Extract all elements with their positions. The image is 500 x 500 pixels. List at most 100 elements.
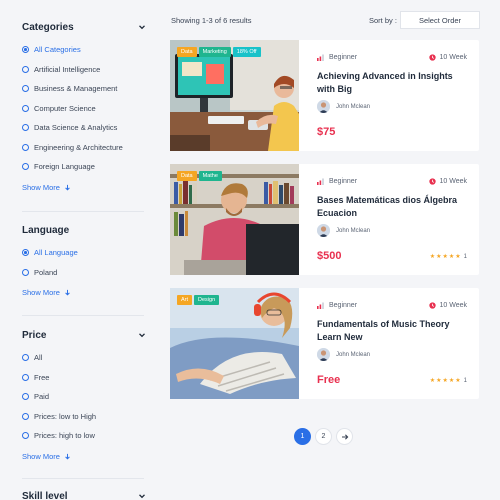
signal-bars-icon (317, 302, 324, 309)
category-option-data-science[interactable]: Data Science & Analytics (22, 118, 146, 138)
star-icon: ★ (429, 378, 436, 384)
pagination: 1 2 (294, 428, 353, 445)
price-option-low-high[interactable]: Prices: low to High (22, 407, 146, 427)
tag-design[interactable]: Design (194, 295, 220, 305)
course-tags: Data Mathe (177, 171, 222, 181)
skill-header[interactable]: Skill level (22, 489, 146, 500)
radio-button[interactable] (22, 373, 29, 381)
course-card[interactable]: Art Design Beginner 10 Week Fundamentals… (170, 288, 479, 399)
course-card[interactable]: Data Marketing 18% Off Beginner 10 Week … (170, 40, 479, 151)
chevron-down-icon[interactable] (138, 23, 146, 31)
course-card[interactable]: Data Mathe Beginner 10 Week Bases Matemá… (170, 164, 479, 275)
price-show-more[interactable]: Show More (22, 452, 146, 461)
price-option-high-low[interactable]: Prices: high to low (22, 426, 146, 446)
tag-discount: 18% Off (232, 47, 261, 57)
rating-count: 1 (463, 254, 467, 260)
category-option-all[interactable]: All Categories (22, 40, 146, 60)
avatar-image (317, 348, 330, 361)
avatar (317, 224, 330, 237)
course-thumbnail[interactable]: Data Marketing 18% Off (170, 40, 299, 151)
clock-icon (428, 54, 436, 61)
signal-bars-icon (317, 178, 324, 185)
course-body: Beginner 10 Week Bases Matemáticas dios … (309, 164, 469, 275)
page-button-1[interactable]: 1 (294, 428, 311, 445)
tag-marketing[interactable]: Marketing (198, 47, 231, 57)
radio-button[interactable] (22, 143, 29, 151)
chevron-down-icon[interactable] (138, 492, 146, 500)
course-duration: 10 Week (428, 302, 467, 309)
category-option-language[interactable]: Foreign Language (22, 157, 146, 177)
course-level: Beginner (317, 178, 357, 185)
course-author[interactable]: John Mclean (317, 224, 370, 237)
radio-button[interactable] (22, 412, 29, 420)
radio-button[interactable] (22, 393, 29, 401)
skill-title: Skill level (22, 490, 68, 500)
course-rating: ★ ★ ★ ★ ★ 1 (430, 378, 467, 384)
star-icon: ★ (429, 254, 436, 260)
course-price: Free (317, 374, 341, 386)
star-icon: ★ (455, 378, 461, 384)
price-option-paid[interactable]: Paid (22, 387, 146, 407)
categories-filter: Categories All Categories Artificial Int… (22, 20, 146, 192)
avatar-image (317, 100, 330, 113)
tag-data[interactable]: Data (177, 171, 197, 181)
star-icon: ★ (436, 254, 442, 260)
course-author[interactable]: John Mclean (317, 348, 370, 361)
category-option-engineering[interactable]: Engineering & Architecture (22, 138, 146, 158)
course-price: $75 (317, 126, 336, 138)
course-title[interactable]: Bases Matemáticas dios Álgebra Ecuacion (317, 194, 465, 219)
star-icon: ★ (455, 254, 461, 260)
radio-button[interactable] (22, 85, 29, 93)
radio-button[interactable] (22, 65, 29, 73)
star-icon: ★ (448, 378, 455, 384)
arrow-down-icon (65, 184, 70, 190)
page-button-2[interactable]: 2 (315, 428, 332, 445)
language-show-more[interactable]: Show More (22, 288, 146, 297)
language-header[interactable]: Language (22, 223, 146, 237)
divider (22, 478, 144, 479)
course-duration: 10 Week (428, 54, 467, 61)
course-body: Beginner 10 Week Achieving Advanced in I… (309, 40, 469, 151)
radio-button[interactable] (22, 432, 29, 440)
price-header[interactable]: Price (22, 328, 146, 342)
star-icon: ★ (436, 378, 442, 384)
chevron-down-icon[interactable] (138, 331, 146, 339)
tag-mathe[interactable]: Mathe (198, 171, 222, 181)
price-option-free[interactable]: Free (22, 368, 146, 388)
arrow-down-icon (65, 289, 70, 296)
course-title[interactable]: Fundamentals of Music Theory Learn New (317, 318, 465, 343)
sort-select[interactable]: Select Order (400, 11, 480, 29)
radio-button[interactable] (22, 46, 29, 54)
rating-count: 1 (463, 378, 467, 384)
categories-header[interactable]: Categories (22, 20, 146, 34)
language-option-poland[interactable]: Poland (22, 263, 146, 283)
course-thumbnail[interactable]: Art Design (170, 288, 299, 399)
radio-button[interactable] (22, 104, 29, 112)
category-option-cs[interactable]: Computer Science (22, 99, 146, 119)
radio-button[interactable] (22, 124, 29, 132)
course-thumbnail[interactable]: Data Mathe (170, 164, 299, 275)
categories-title: Categories (22, 21, 74, 33)
course-title[interactable]: Achieving Advanced in Insights with Big (317, 70, 465, 95)
radio-button[interactable] (22, 163, 29, 171)
category-option-business[interactable]: Business & Management (22, 79, 146, 99)
category-option-ai[interactable]: Artificial Intelligence (22, 60, 146, 80)
arrow-right-icon (341, 433, 348, 440)
avatar-image (317, 224, 330, 237)
price-option-all[interactable]: All (22, 348, 146, 368)
tag-data[interactable]: Data (177, 47, 197, 57)
divider (22, 315, 144, 316)
avatar (317, 348, 330, 361)
language-option-all[interactable]: All Language (22, 243, 146, 263)
radio-button[interactable] (22, 268, 29, 276)
skill-filter: Skill level (22, 489, 146, 500)
clock-icon (428, 178, 436, 185)
tag-art[interactable]: Art (177, 295, 193, 305)
radio-button[interactable] (22, 249, 29, 257)
course-author[interactable]: John Mclean (317, 100, 370, 113)
next-page-button[interactable] (336, 428, 353, 445)
categories-show-more[interactable]: Show More (22, 183, 146, 192)
radio-button[interactable] (22, 354, 29, 362)
course-meta: Beginner 10 Week (317, 302, 467, 309)
star-icon: ★ (442, 254, 448, 260)
